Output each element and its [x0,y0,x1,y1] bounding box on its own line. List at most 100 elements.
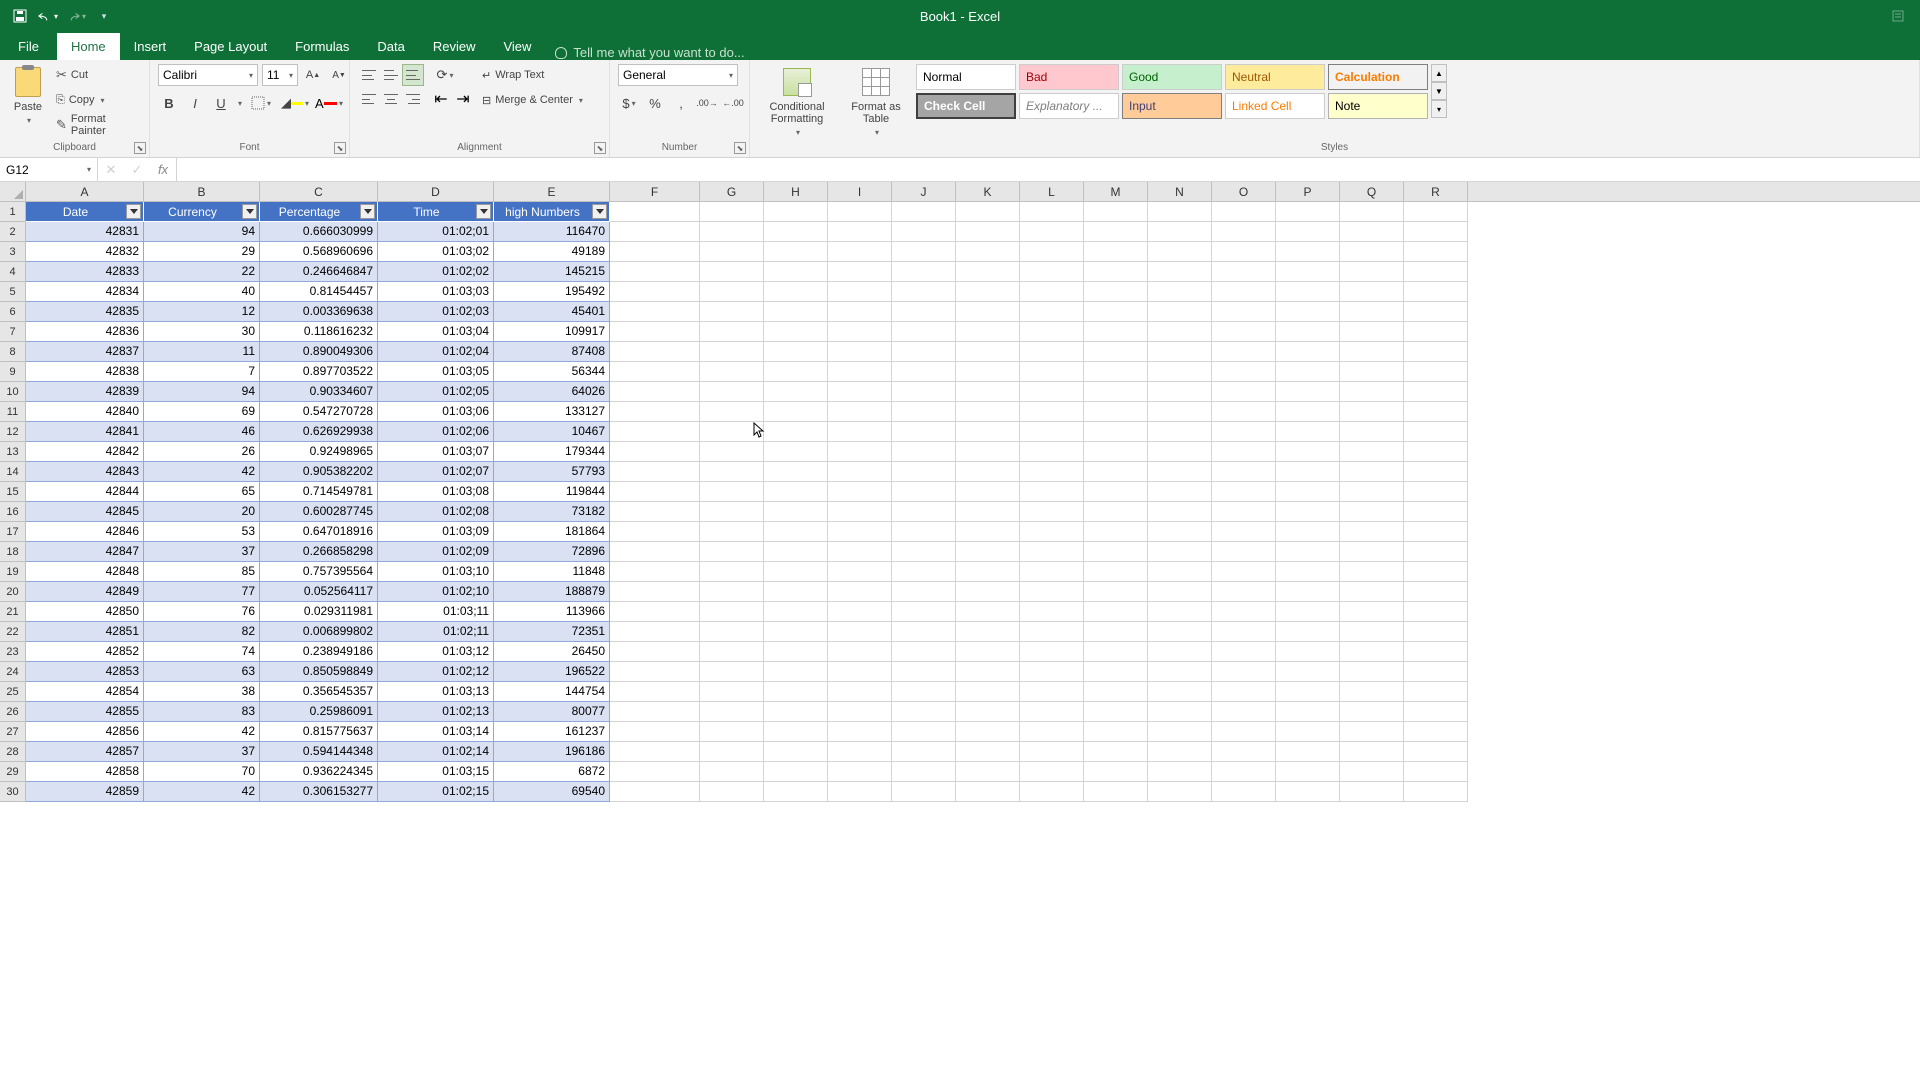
cell-N30[interactable] [1148,782,1212,802]
cell-G22[interactable] [700,622,764,642]
cell-E24[interactable]: 196522 [494,662,610,682]
cell-N7[interactable] [1148,322,1212,342]
cell-P24[interactable] [1276,662,1340,682]
cell-H29[interactable] [764,762,828,782]
row-header-14[interactable]: 14 [0,462,26,482]
cell-R17[interactable] [1404,522,1468,542]
cell-E14[interactable]: 57793 [494,462,610,482]
cell-A14[interactable]: 42843 [26,462,144,482]
cell-M21[interactable] [1084,602,1148,622]
cell-D26[interactable]: 01:02;13 [378,702,494,722]
row-header-18[interactable]: 18 [0,542,26,562]
column-header-C[interactable]: C [260,182,378,201]
cell-M17[interactable] [1084,522,1148,542]
column-header-G[interactable]: G [700,182,764,201]
decrease-decimal-button[interactable]: ←.00 [722,92,744,114]
cell-E23[interactable]: 26450 [494,642,610,662]
cell-J30[interactable] [892,782,956,802]
cell-R27[interactable] [1404,722,1468,742]
row-header-17[interactable]: 17 [0,522,26,542]
cell-M19[interactable] [1084,562,1148,582]
cell-C19[interactable]: 0.757395564 [260,562,378,582]
cell-N15[interactable] [1148,482,1212,502]
column-header-D[interactable]: D [378,182,494,201]
row-header-27[interactable]: 27 [0,722,26,742]
cell-K28[interactable] [956,742,1020,762]
cell-I20[interactable] [828,582,892,602]
cell-N11[interactable] [1148,402,1212,422]
cell-A5[interactable]: 42834 [26,282,144,302]
increase-indent-button[interactable]: ⇥ [452,88,474,110]
cell-G28[interactable] [700,742,764,762]
row-header-5[interactable]: 5 [0,282,26,302]
style-calculation[interactable]: Calculation [1328,64,1428,90]
cell-M30[interactable] [1084,782,1148,802]
borders-button[interactable]: ▾ [246,92,276,114]
cell-L3[interactable] [1020,242,1084,262]
cell-F16[interactable] [610,502,700,522]
cell-R2[interactable] [1404,222,1468,242]
cell-Q25[interactable] [1340,682,1404,702]
cell-J10[interactable] [892,382,956,402]
increase-decimal-button[interactable]: .00→ [696,92,718,114]
cell-L4[interactable] [1020,262,1084,282]
cell-A20[interactable]: 42849 [26,582,144,602]
cell-P25[interactable] [1276,682,1340,702]
cell-J13[interactable] [892,442,956,462]
font-dialog-launcher[interactable]: ⬊ [334,142,346,154]
cell-I28[interactable] [828,742,892,762]
cell-P6[interactable] [1276,302,1340,322]
cell-K2[interactable] [956,222,1020,242]
cell-I4[interactable] [828,262,892,282]
cell-P1[interactable] [1276,202,1340,222]
cell-E10[interactable]: 64026 [494,382,610,402]
row-header-12[interactable]: 12 [0,422,26,442]
cell-H20[interactable] [764,582,828,602]
cell-C14[interactable]: 0.905382202 [260,462,378,482]
save-icon[interactable] [10,6,30,26]
cell-G6[interactable] [700,302,764,322]
cell-C20[interactable]: 0.052564117 [260,582,378,602]
column-header-J[interactable]: J [892,182,956,201]
cell-Q2[interactable] [1340,222,1404,242]
cell-J28[interactable] [892,742,956,762]
cell-B25[interactable]: 38 [144,682,260,702]
cell-L19[interactable] [1020,562,1084,582]
decrease-indent-button[interactable]: ⇤ [430,88,452,110]
row-header-26[interactable]: 26 [0,702,26,722]
filter-dropdown-icon[interactable] [360,204,375,219]
cell-N25[interactable] [1148,682,1212,702]
row-header-1[interactable]: 1 [0,202,26,222]
cell-C10[interactable]: 0.90334607 [260,382,378,402]
cell-Q4[interactable] [1340,262,1404,282]
cell-D17[interactable]: 01:03;09 [378,522,494,542]
cell-M3[interactable] [1084,242,1148,262]
cell-P15[interactable] [1276,482,1340,502]
cell-B9[interactable]: 7 [144,362,260,382]
cell-R10[interactable] [1404,382,1468,402]
cell-J16[interactable] [892,502,956,522]
format-as-table-button[interactable]: Format as Table▾ [842,64,910,139]
cell-H27[interactable] [764,722,828,742]
cell-G19[interactable] [700,562,764,582]
table-header-currency[interactable]: Currency [144,202,260,222]
cell-D21[interactable]: 01:03;11 [378,602,494,622]
cell-G11[interactable] [700,402,764,422]
cell-E9[interactable]: 56344 [494,362,610,382]
cell-M26[interactable] [1084,702,1148,722]
cell-F7[interactable] [610,322,700,342]
cell-L9[interactable] [1020,362,1084,382]
cell-K22[interactable] [956,622,1020,642]
cell-J25[interactable] [892,682,956,702]
cell-R7[interactable] [1404,322,1468,342]
cell-A15[interactable]: 42844 [26,482,144,502]
cell-C17[interactable]: 0.647018916 [260,522,378,542]
cell-G8[interactable] [700,342,764,362]
cell-N8[interactable] [1148,342,1212,362]
cell-I17[interactable] [828,522,892,542]
cell-O23[interactable] [1212,642,1276,662]
cell-E11[interactable]: 133127 [494,402,610,422]
cell-Q17[interactable] [1340,522,1404,542]
cell-L13[interactable] [1020,442,1084,462]
cell-F6[interactable] [610,302,700,322]
